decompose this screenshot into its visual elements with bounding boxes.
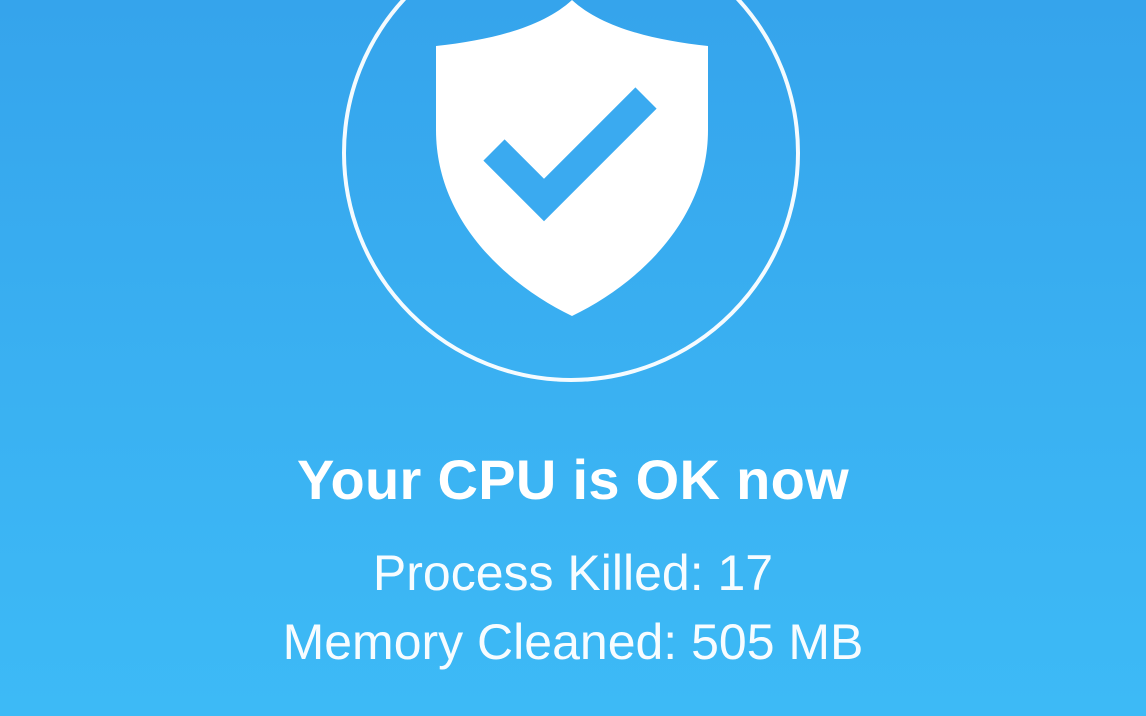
- shield-check-icon: [436, 0, 708, 316]
- memory-cleaned-text: Memory Cleaned: 505 MB: [282, 614, 864, 670]
- status-title: Your CPU is OK now: [297, 448, 849, 511]
- process-killed-text: Process Killed: 17: [372, 545, 774, 601]
- cpu-cooler-result-screen: Your CPU is OK now Process Killed: 17 Me…: [0, 0, 1146, 716]
